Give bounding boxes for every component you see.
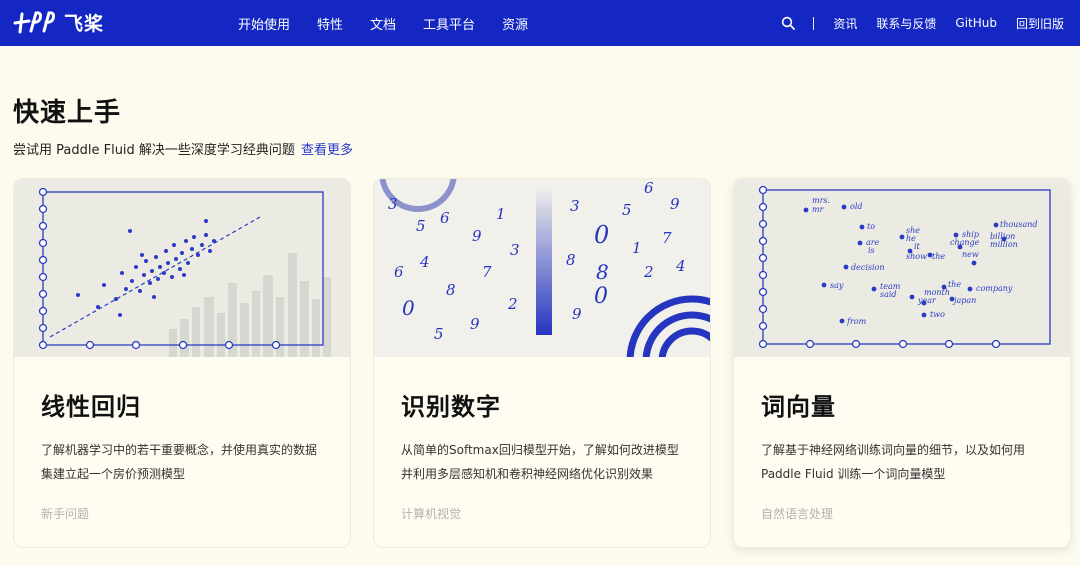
paddle-logo-icon [13,11,55,34]
card-description-line: 从简单的Softmax回归模型开始，了解如何改进模型 [401,443,679,457]
card-description-line: 了解基于神经网络训练词向量的细节，以及如何用 [761,443,1026,457]
word-label: show [906,252,927,261]
card-description: 从简单的Softmax回归模型开始，了解如何改进模型 并利用多层感知机和卷积神经… [401,438,701,486]
section-title: 快速上手 [13,98,122,128]
card-description-line: Paddle Fluid 训练一个词向量模型 [761,467,946,481]
digit-glyph: 3 [570,197,580,215]
digit-glyph: 5 [434,325,444,343]
word-label: said [880,290,897,299]
digit-glyph: 8 [596,260,609,284]
digit-glyph: 3 [388,195,398,213]
digit-glyph: 0 [594,221,609,249]
nav-get-started[interactable]: 开始使用 [238,14,290,33]
card-description-line: 并利用多层感知机和卷积神经网络优化识别效果 [401,467,654,481]
digit-glyph: 9 [670,195,680,213]
digit-glyph: 0 [594,284,608,309]
word-label: two [930,310,945,319]
nav-old-version[interactable]: 回到旧版 [1016,15,1064,32]
nav-news[interactable]: 资讯 [833,15,857,32]
word-label: decision [851,263,885,272]
digit-glyph: 4 [419,253,430,271]
digit-glyph: 2 [507,295,518,313]
card-word-vector[interactable]: mrs. mr old to are is she he it ship tho… [733,178,1071,548]
word-label: to [867,222,875,231]
word-label: the [948,280,961,289]
nav-tools[interactable]: 工具平台 [423,14,475,33]
paddlepaddle-logo[interactable]: 飞桨 [12,6,104,38]
word-label: company [976,284,1013,293]
word-label: year [917,296,937,305]
digit-glyph: 6 [394,263,404,281]
word-label: thousand [1000,220,1037,229]
card-title: 词向量 [761,393,836,421]
subtitle-text: 尝试用 Paddle Fluid 解决一些深度学习经典问题 [13,143,295,158]
card-description: 了解机器学习中的若干重要概念，并使用真实的数据 集建立起一个房价预测模型 [41,438,341,486]
top-nav-bar: 飞桨 开始使用 特性 文档 工具平台 资源 资讯 联系与反馈 GitHub 回到… [0,0,1080,46]
word-label: mr [812,205,825,214]
logo-text: 飞桨 [64,12,105,35]
card-description: 了解基于神经网络训练词向量的细节，以及如何用 Paddle Fluid 训练一个… [761,438,1061,486]
nav-resources[interactable]: 资源 [502,14,528,33]
digit-glyph: 9 [572,305,582,323]
word-label: million [990,240,1018,249]
digit-glyph: 8 [446,281,456,299]
word-label: from [846,317,867,326]
digit-glyph: 1 [496,205,506,223]
word-label: is [868,246,875,255]
card-description-line: 集建立起一个房价预测模型 [41,467,186,481]
search-icon[interactable] [781,16,796,30]
digit-glyph: 9 [470,315,480,333]
word-label: it [914,242,921,251]
digit-glyph: 1 [632,239,642,257]
digit-glyph: 9 [472,227,482,245]
digit-glyph: 5 [416,217,426,235]
secondary-nav: 资讯 联系与反馈 GitHub 回到旧版 [781,0,1064,46]
card-digit-recognition[interactable]: 3 5 6 9 1 0 8 7 2 4 3 5 6 9 0 8 0 3 5 6 [373,178,711,548]
view-more-link[interactable]: 查看更多 [301,143,353,158]
word-label: old [850,202,863,211]
card-category-tag: 计算机视觉 [401,507,462,521]
word-label: say [830,281,844,290]
digit-glyph: 0 [402,296,415,320]
digit-glyph: 6 [644,179,654,197]
linear-regression-illustration [14,179,350,357]
digit-glyph: 2 [643,263,654,281]
card-linear-regression[interactable]: 线性回归 了解机器学习中的若干重要概念，并使用真实的数据 集建立起一个房价预测模… [13,178,351,548]
digit-glyph: 3 [510,241,520,259]
word-label: change [950,238,980,247]
card-category-tag: 自然语言处理 [761,507,834,521]
card-title: 线性回归 [41,393,141,421]
nav-docs[interactable]: 文档 [370,14,396,33]
card-title: 识别数字 [401,393,501,421]
digit-glyph: 5 [622,201,632,219]
section-subtitle: 尝试用 Paddle Fluid 解决一些深度学习经典问题 查看更多 [13,139,353,158]
nav-divider [813,16,815,30]
digit-glyph: 6 [440,209,450,227]
word-vector-illustration: mrs. mr old to are is she he it ship tho… [734,179,1070,357]
digit-glyph: 4 [675,257,686,275]
main-nav: 开始使用 特性 文档 工具平台 资源 [238,0,555,46]
word-label: new [962,250,979,259]
digit-glyph: 7 [662,229,672,247]
nav-github[interactable]: GitHub [955,16,997,30]
word-label: japan [952,296,976,305]
digit-glyph: 7 [482,263,492,281]
nav-contact[interactable]: 联系与反馈 [876,15,936,32]
card-description-line: 了解机器学习中的若干重要概念，并使用真实的数据 [41,443,318,457]
word-label: mrs. [812,196,830,205]
digit-glyph: 8 [566,251,576,269]
nav-features[interactable]: 特性 [317,14,343,33]
word-label: the [932,252,945,261]
digit-recognition-illustration: 3 5 6 9 1 0 8 7 2 4 3 5 6 9 0 8 0 3 5 6 [374,179,710,357]
card-category-tag: 新手问题 [41,507,90,521]
